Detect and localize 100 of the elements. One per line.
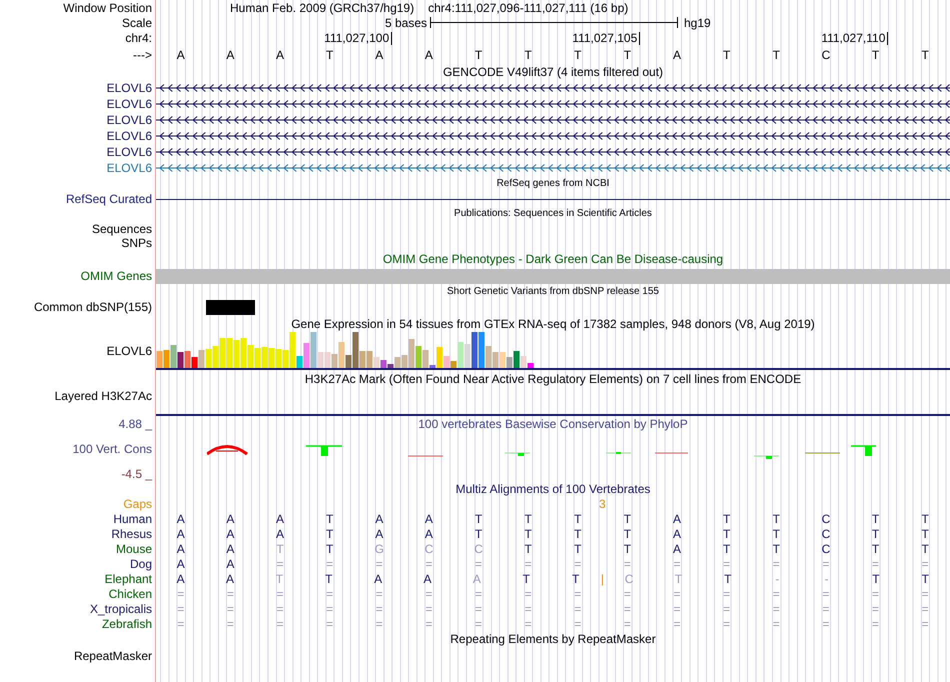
track-label[interactable]: RepeatMasker <box>74 649 152 663</box>
gene-label[interactable]: ELOVL6 <box>106 81 152 95</box>
alignment-base: A <box>176 526 186 540</box>
alignment-base: = <box>573 602 582 616</box>
track-label[interactable]: Layered H3K27Ac <box>54 389 152 403</box>
alignment-base: T <box>524 512 533 526</box>
alignment-base: = <box>821 616 830 630</box>
alignment-base: A <box>374 526 384 540</box>
alignment-base: = <box>622 556 632 570</box>
base-letter: T <box>524 48 533 62</box>
alignment-base: T <box>920 526 930 540</box>
alignment-base: = <box>424 602 434 616</box>
alignment-base: A <box>672 526 682 540</box>
alignment-base: = <box>176 616 186 630</box>
alignment-base: = <box>374 556 384 570</box>
track-label[interactable]: ELOVL6 <box>106 344 152 358</box>
gene-label[interactable]: ELOVL6 <box>106 145 152 159</box>
snp-block[interactable] <box>206 300 256 314</box>
expression-bars-drawing[interactable] <box>156 330 534 368</box>
alignment-base: T <box>772 542 781 556</box>
alignment-base: = <box>722 602 732 616</box>
alignment-base: = <box>276 556 285 570</box>
alignment-base: A <box>422 572 433 586</box>
track-title: 100 vertebrates Basewise Conservation by PhyloP <box>417 417 689 431</box>
alignment-base: A <box>225 526 236 540</box>
alignment-base: T <box>920 572 930 586</box>
track-title: OMIM Gene Phenotypes - Dark Green Can Be Disease-causing <box>382 252 724 266</box>
base-letter: T <box>870 48 880 62</box>
alignment-base: T <box>622 512 632 526</box>
alignment-base: T <box>522 572 531 586</box>
species-label[interactable]: Human <box>113 512 152 526</box>
alignment-base: A <box>176 512 186 526</box>
alignment-base: C <box>820 526 832 540</box>
base-letter: T <box>622 48 632 62</box>
alignment-base: = <box>176 586 186 600</box>
alignment-base: = <box>772 616 781 630</box>
alignment-base: T <box>573 542 582 556</box>
track-label[interactable]: RefSeq Curated <box>66 192 152 206</box>
alignment-base: A <box>225 512 236 526</box>
alignment-base: = <box>672 616 682 630</box>
base-letter: A <box>176 48 186 62</box>
alignment-base: = <box>374 602 384 616</box>
alignment-base: = <box>524 602 533 616</box>
track-title: GENCODE V49lift37 (4 items filtered out) <box>442 65 664 79</box>
alignment-base: = <box>276 616 285 630</box>
gene-label[interactable]: ELOVL6 <box>106 113 152 127</box>
alignment-base: T <box>871 572 881 586</box>
gene-arrow-line[interactable] <box>156 100 950 108</box>
alignment-base: = <box>772 556 781 570</box>
gene-arrow-line[interactable] <box>156 148 950 156</box>
gene-label[interactable]: ELOVL6 <box>106 129 152 143</box>
base-letter: T <box>772 48 781 62</box>
alignment-base: T <box>474 512 484 526</box>
alignment-base: T <box>571 572 580 586</box>
gene-arrow-line[interactable] <box>156 84 950 92</box>
track-label[interactable]: 100 Vert. Cons <box>72 442 152 456</box>
gene-arrow-line[interactable] <box>156 116 950 124</box>
strand-label[interactable]: ---> <box>133 48 152 62</box>
alignment-base: T <box>524 526 533 540</box>
species-label[interactable]: X_tropicalis <box>90 602 152 616</box>
alignment-base: C <box>820 512 832 526</box>
species-label[interactable]: Elephant <box>104 572 152 586</box>
alignment-base: T <box>622 542 632 556</box>
track-title: Short Genetic Variants from dbSNP release 155 <box>446 284 660 298</box>
base-letter: T <box>325 48 334 62</box>
species-label[interactable]: Zebrafish <box>102 616 152 630</box>
alignment-base: - <box>824 572 830 586</box>
alignment-base: A <box>176 542 186 556</box>
alignment-base: = <box>920 602 930 616</box>
species-label[interactable]: Mouse <box>116 542 152 556</box>
species-label[interactable]: Rhesus <box>111 526 152 540</box>
alignment-base: = <box>374 586 384 600</box>
alignment-base: = <box>474 586 484 600</box>
gene-arrow-line[interactable] <box>156 132 950 140</box>
alignment-base: = <box>672 602 682 616</box>
position-label: 111,027,105 <box>572 32 640 45</box>
species-label[interactable]: Dog <box>130 556 152 570</box>
base-letter: A <box>672 48 682 62</box>
alignment-base: = <box>722 586 732 600</box>
alignment-base: = <box>524 586 533 600</box>
position-label: 111,027,100 <box>324 32 392 45</box>
track-label[interactable]: SNPs <box>121 236 152 250</box>
alignment-base: = <box>672 556 682 570</box>
alignment-base: = <box>424 616 434 630</box>
gene-label[interactable]: ELOVL6 <box>106 97 152 111</box>
alignment-base: T <box>870 526 880 540</box>
alignment-base: = <box>226 586 235 600</box>
alignment-base: T <box>474 526 484 540</box>
alignment-base: = <box>226 602 235 616</box>
species-label[interactable]: Chicken <box>108 586 152 600</box>
alignment-base: = <box>772 602 781 616</box>
base-letter: C <box>820 48 832 62</box>
gene-label[interactable]: ELOVL6 <box>106 161 152 175</box>
track-label[interactable]: OMIM Genes <box>80 269 152 283</box>
base-letter: A <box>275 48 286 62</box>
track-title: RefSeq genes from NCBI <box>496 177 610 191</box>
position-text[interactable]: chr4:111,027,096-111,027,111 (16 bp) <box>428 0 628 14</box>
track-label[interactable]: Sequences <box>92 222 152 236</box>
alignment-base: = <box>573 586 582 600</box>
track-label[interactable]: Common dbSNP(155) <box>34 300 152 314</box>
